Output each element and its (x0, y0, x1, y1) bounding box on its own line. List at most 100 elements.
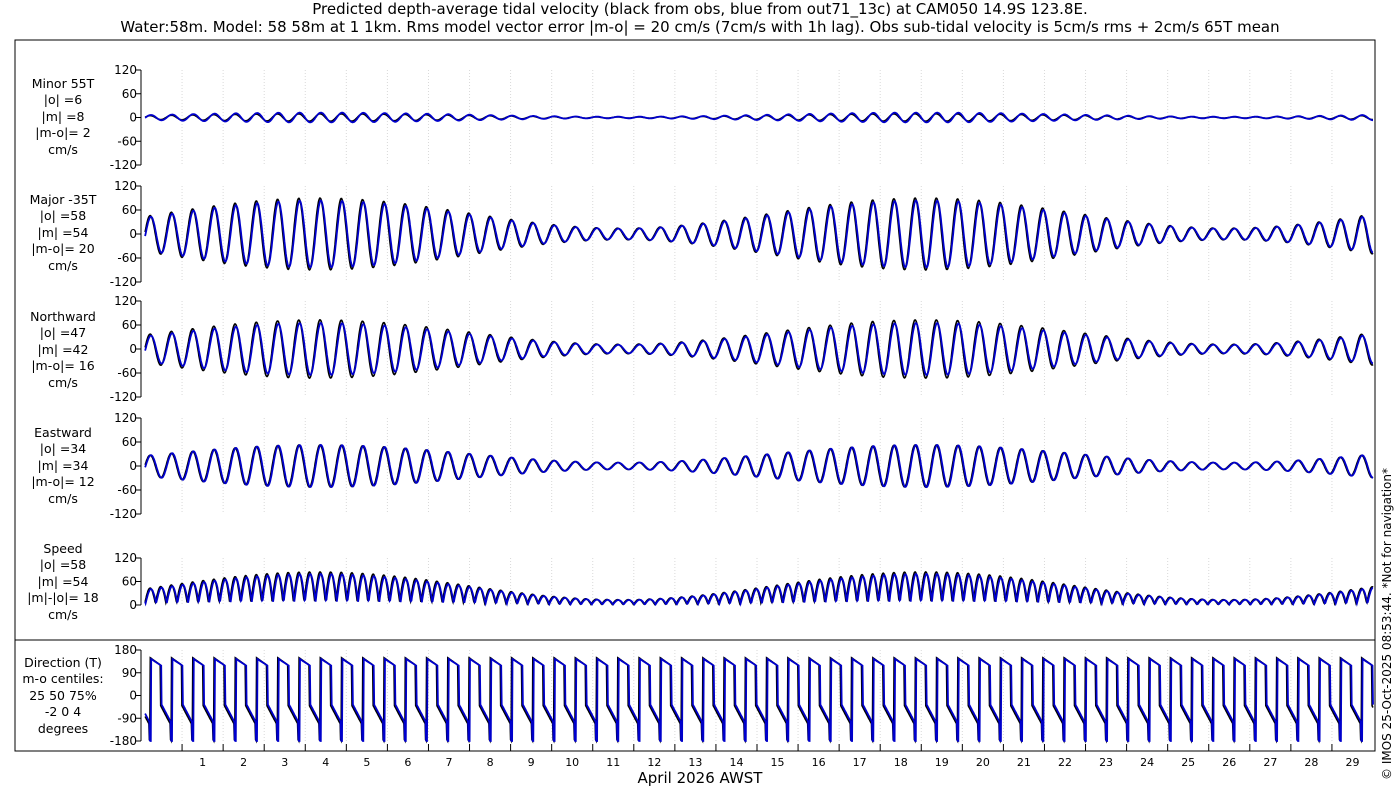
x-tick-label: 27 (1263, 756, 1277, 769)
y-tick-label: 120 (114, 294, 137, 308)
panel-label-line: -2 0 4 (44, 704, 82, 720)
y-tick-label: 120 (114, 411, 137, 425)
y-tick-label: 0 (129, 598, 137, 612)
x-tick-label: 17 (853, 756, 867, 769)
x-tick-label: 20 (976, 756, 990, 769)
panel-label-line: |m-o|= 16 (31, 358, 95, 374)
y-tick-label: 60 (122, 87, 137, 101)
y-tick-label: -90 (117, 711, 137, 725)
x-tick-label: 15 (771, 756, 785, 769)
x-tick-label: 21 (1017, 756, 1031, 769)
panel-label-speed: Speed |o| =58 |m| =54 |m|-|o|= 18 cm/s (18, 541, 108, 623)
panel-label-line: |m|-|o|= 18 (27, 590, 99, 606)
panel-label-line: |m-o|= 20 (31, 241, 95, 257)
x-tick-label: 5 (363, 756, 370, 769)
y-tick-label: 0 (129, 227, 137, 241)
panel-label-line: Northward (30, 309, 96, 324)
x-tick-label: 7 (446, 756, 453, 769)
series-model-east (144, 443, 1374, 489)
panel-label-minor: Minor 55T |o| =6 |m| =8 |m-o|= 2 cm/s (18, 76, 108, 158)
series-model-north (144, 321, 1374, 376)
x-tick-label: 16 (812, 756, 826, 769)
y-tick-label: 0 (129, 459, 137, 473)
panel-label-line: |o| =47 (39, 325, 87, 341)
x-tick-label: 22 (1058, 756, 1072, 769)
x-tick-label: 11 (606, 756, 620, 769)
x-tick-label: 23 (1099, 756, 1113, 769)
x-tick-label: 19 (935, 756, 949, 769)
x-tick-label: 24 (1140, 756, 1154, 769)
x-tick-label: 14 (729, 756, 743, 769)
x-tick-label: 1 (199, 756, 206, 769)
panel-label-line: |m-o|= 2 (35, 125, 91, 141)
x-axis-label: April 2026 AWST (637, 769, 763, 787)
panel-label-line: |o| =58 (39, 557, 87, 573)
x-tick-label: 2 (240, 756, 247, 769)
panel-label-line: |m| =8 (41, 108, 85, 124)
series-obs-direction (144, 656, 1374, 744)
panel-label-line: cm/s (48, 257, 78, 273)
series-model-direction (144, 657, 1374, 742)
x-tick-label: 12 (647, 756, 661, 769)
chart-canvas: 1 2 3 4 5 6 7 8 9 10 11 12 13 14 15 16 17 18 19 20 21 22 23 24 2… (14, 39, 1376, 769)
panel-label-line: cm/s (48, 606, 78, 622)
x-tick-label: 6 (404, 756, 411, 769)
y-tick-label: -120 (110, 390, 137, 404)
panel-label-line: |m| =34 (37, 457, 89, 473)
x-tick-label: 9 (528, 756, 535, 769)
panel-label-north: Northward |o| =47 |m| =42 |m-o|= 16 cm/s (18, 309, 108, 391)
y-tick-label: 0 (129, 111, 137, 125)
y-tick-label: -120 (110, 507, 137, 521)
panel-label-line: |m| =54 (37, 573, 89, 589)
x-tick-label: 29 (1345, 756, 1359, 769)
y-tick-label: 60 (122, 318, 137, 332)
y-tick-label: -120 (110, 275, 137, 289)
y-tick-label: 120 (114, 179, 137, 193)
panel-label-major: Major -35T |o| =58 |m| =54 |m-o|= 20 cm/s (18, 192, 108, 274)
y-tick-label: -60 (117, 366, 137, 380)
panel-label-line: cm/s (48, 141, 78, 157)
y-tick-label: -180 (110, 734, 137, 748)
x-tick-label: 18 (894, 756, 908, 769)
panel-label-line: Direction (T) (24, 655, 102, 670)
panel-label-line: |m| =42 (37, 341, 89, 357)
panel-label-line: Speed (43, 541, 83, 556)
panel-label-direction: Direction (T) m-o centiles: 25 50 75% -2 0 … (18, 655, 108, 737)
panel-label-line: Eastward (34, 425, 92, 440)
y-tick-label: -60 (117, 483, 137, 497)
panel-label-line: cm/s (48, 374, 78, 390)
x-tick-label: 3 (281, 756, 288, 769)
panel-label-line: |m-o|= 12 (31, 474, 95, 490)
y-tick-label: 60 (122, 435, 137, 449)
panel-label-line: |o| =58 (39, 208, 87, 224)
series-model-major (144, 199, 1374, 269)
y-tick-label: 120 (114, 63, 137, 77)
y-tick-label: -120 (110, 158, 137, 172)
panel-label-line: m-o centiles: (22, 671, 104, 687)
x-tick-label: 4 (322, 756, 329, 769)
panel-label-line: Minor 55T (31, 76, 95, 91)
x-tick-label: 13 (688, 756, 702, 769)
panel-label-line: |o| =6 (43, 92, 83, 108)
panel-label-line: degrees (37, 720, 89, 736)
panel-label-east: Eastward |o| =34 |m| =34 |m-o|= 12 cm/s (18, 425, 108, 507)
x-tick-label: 8 (487, 756, 494, 769)
x-tick-label: 10 (565, 756, 579, 769)
panel-label-line: |o| =34 (39, 441, 87, 457)
y-tick-label: 60 (122, 575, 137, 589)
series-model-minor (144, 111, 1373, 124)
panel-label-line: 25 50 75% (29, 687, 97, 703)
y-tick-label: 0 (129, 342, 137, 356)
panel-label-line: cm/s (48, 490, 78, 506)
x-tick-label: 26 (1222, 756, 1236, 769)
x-tick-label: 25 (1181, 756, 1195, 769)
y-tick-label: -60 (117, 134, 137, 148)
panel-label-line: |m| =54 (37, 224, 89, 240)
copyright-note: © IMOS 25-Oct-2025 08:53:44. *Not for na… (1380, 468, 1394, 780)
x-tick-label: 28 (1304, 756, 1318, 769)
y-tick-label: 120 (114, 551, 137, 565)
y-tick-label: 0 (129, 689, 137, 703)
y-tick-label: 60 (122, 203, 137, 217)
y-tick-label: 90 (122, 666, 137, 680)
y-tick-label: 180 (114, 643, 137, 657)
